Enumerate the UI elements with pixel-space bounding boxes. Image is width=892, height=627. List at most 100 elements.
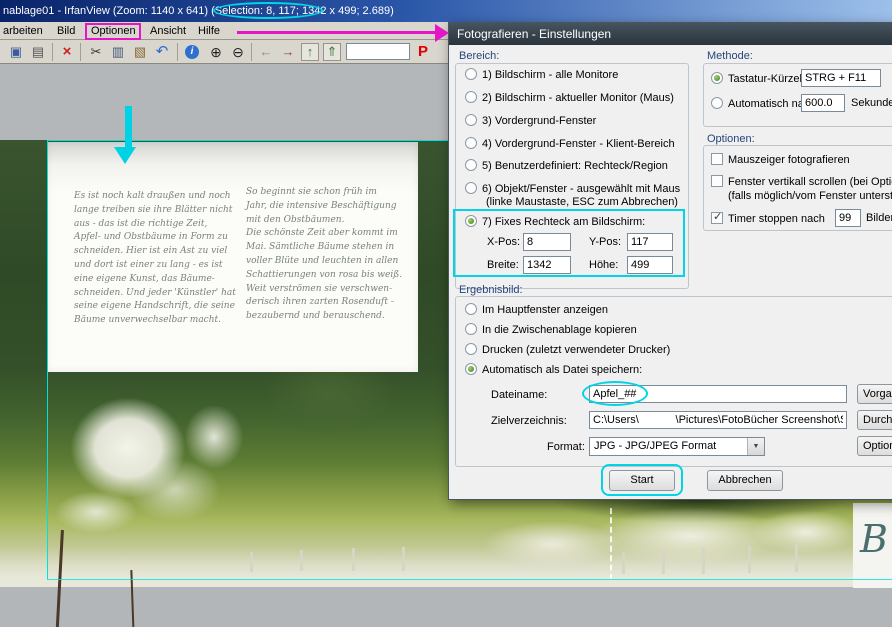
fence-post: [250, 552, 253, 572]
zoom-out-icon[interactable]: ⊖: [228, 42, 248, 62]
checkbox-mauszeiger[interactable]: Mauszeiger fotografieren: [711, 153, 850, 167]
next-image-icon[interactable]: →: [278, 42, 298, 62]
toolbar-separator: [177, 43, 178, 61]
format-select[interactable]: JPG - JPG/JPEG Format ▼: [589, 437, 765, 456]
radio-label: 4) Vordergrund-Fenster - Klient-Bereich: [482, 138, 675, 150]
next-book-page: B: [853, 503, 892, 588]
annotation-down-arrow: [125, 106, 132, 148]
annotation-down-arrow-head: [114, 147, 136, 164]
big-letter: B: [860, 517, 888, 561]
radio-icon: [465, 182, 477, 194]
abbrechen-button[interactable]: Abbrechen: [707, 470, 783, 491]
ergebnisbild-label: Ergebnisbild:: [459, 284, 523, 296]
annotation-fixes-rechteck-box: [453, 209, 685, 277]
timer-field[interactable]: [835, 209, 861, 227]
checkbox-label: Mauszeiger fotografieren: [728, 154, 850, 166]
radio-label: In die Zwischenablage kopieren: [482, 324, 637, 336]
cut-icon[interactable]: ✂: [86, 42, 106, 62]
paste-icon[interactable]: ▧: [130, 42, 150, 62]
radio-hauptfenster[interactable]: Im Hauptfenster anzeigen: [465, 303, 608, 317]
radio-icon: [465, 114, 477, 126]
window-title: nablage01 - IrfanView (Zoom: 1140 x 641)…: [3, 5, 394, 17]
annotation-arrow-to-dialog-head: [435, 24, 449, 42]
first-image-icon[interactable]: ↑: [301, 43, 319, 61]
prev-image-icon[interactable]: ←: [256, 42, 276, 62]
toolbar-separator: [80, 43, 81, 61]
dialog-titlebar[interactable]: Fotografieren - Einstellungen: [449, 23, 892, 45]
radio-label: 3) Vordergrund-Fenster: [482, 115, 596, 127]
automatisch-nach-field[interactable]: [801, 94, 845, 112]
print-icon[interactable]: ▤: [28, 42, 48, 62]
fence-post: [748, 546, 751, 573]
menu-item-bearbeiten[interactable]: arbeiten: [0, 22, 46, 40]
irfanview-window: nablage01 - IrfanView (Zoom: 1140 x 641)…: [0, 0, 892, 627]
radio-icon: [465, 323, 477, 335]
radio-bereich-5[interactable]: 5) Benutzerdefiniert: Rechteck/Region: [465, 159, 668, 173]
fence-post: [702, 548, 705, 574]
window-titlebar[interactable]: nablage01 - IrfanView (Zoom: 1140 x 641)…: [0, 0, 892, 22]
zielverzeichnis-field[interactable]: [589, 411, 847, 429]
radio-label: 5) Benutzerdefiniert: Rechteck/Region: [482, 160, 668, 172]
checkbox-label: Fenster vertikall scrollen (bei Option: [728, 176, 892, 188]
format-value: JPG - JPG/JPEG Format: [594, 440, 716, 452]
radio-label: 1) Bildschirm - alle Monitore: [482, 69, 618, 81]
radio-zwischenablage[interactable]: In die Zwischenablage kopieren: [465, 323, 637, 337]
undo-icon[interactable]: ↶: [152, 42, 172, 62]
checkbox-label: Timer stoppen nach: [728, 213, 825, 225]
radio-als-datei-speichern[interactable]: Automatisch als Datei speichern:: [465, 363, 642, 377]
fence-post: [662, 550, 665, 574]
radio-label: 6) Objekt/Fenster - ausgewählt mit Maus: [482, 183, 680, 195]
radio-bereich-1[interactable]: 1) Bildschirm - alle Monitore: [465, 68, 618, 82]
radio-label: Automatisch als Datei speichern:: [482, 364, 642, 376]
zoom-in-icon[interactable]: ⊕: [206, 42, 226, 62]
radio-icon: [465, 159, 477, 171]
bilder-label: Bilder: [866, 212, 892, 224]
radio-icon: [465, 363, 477, 375]
fence-post: [795, 544, 798, 572]
last-image-icon[interactable]: ⇑: [323, 43, 341, 61]
toolbar-separator: [52, 43, 53, 61]
radio-icon: [465, 91, 477, 103]
radio-label: Drucken (zuletzt verwendeter Drucker): [482, 344, 670, 356]
checkbox-icon: [711, 212, 723, 224]
checkbox-fenster-scrollen-line2: (falls möglich/vom Fenster unterstützt): [728, 190, 892, 202]
fence-post: [402, 547, 405, 571]
checkbox-fenster-scrollen[interactable]: Fenster vertikall scrollen (bei Option: [711, 175, 892, 189]
radio-bereich-6[interactable]: 6) Objekt/Fenster - ausgewählt mit Maus: [465, 182, 680, 196]
radio-icon: [465, 68, 477, 80]
save-icon[interactable]: ▣: [6, 42, 26, 62]
durchsuchen-button[interactable]: Durchsuchen: [857, 410, 892, 430]
checkbox-icon: [711, 153, 723, 165]
fence-post: [622, 552, 625, 574]
checkbox-icon: [711, 175, 723, 187]
annotation-start-button-highlight: [601, 464, 683, 496]
methode-label: Methode:: [707, 50, 753, 62]
radio-icon: [711, 72, 723, 84]
menu-item-ansicht[interactable]: Ansicht: [147, 22, 189, 40]
vorgabe-button[interactable]: Vorgabe: [857, 384, 892, 404]
radio-bereich-4[interactable]: 4) Vordergrund-Fenster - Klient-Bereich: [465, 137, 675, 151]
sekunden-label: Sekunden: [851, 97, 892, 109]
annotation-dateiname-ellipse: [582, 381, 648, 406]
radio-tastatur-kuerzel[interactable]: Tastatur-Kürzel:: [711, 72, 805, 86]
info-icon[interactable]: i: [185, 45, 199, 59]
copy-icon[interactable]: ▥: [108, 42, 128, 62]
delete-icon[interactable]: ×: [57, 42, 77, 62]
radio-label: Tastatur-Kürzel:: [728, 73, 805, 85]
radio-bereich-3[interactable]: 3) Vordergrund-Fenster: [465, 114, 596, 128]
dateiname-label: Dateiname:: [491, 389, 547, 401]
annotation-arrow-to-dialog: [237, 31, 435, 34]
checkbox-timer-stoppen[interactable]: Timer stoppen nach: [711, 212, 825, 226]
menu-item-hilfe[interactable]: Hilfe: [195, 22, 223, 40]
format-optionen-button[interactable]: Optionen: [857, 436, 892, 456]
bereich-label: Bereich:: [459, 50, 499, 62]
toolbar-input[interactable]: [346, 43, 410, 60]
photobook-page: Es ist noch kalt draußen und noch lange …: [47, 142, 418, 372]
tastatur-kuerzel-field[interactable]: [801, 69, 881, 87]
menu-item-bild[interactable]: Bild: [54, 22, 78, 40]
chevron-down-icon[interactable]: ▼: [747, 438, 764, 455]
book-text-left: Es ist noch kalt draußen und noch lange …: [74, 190, 239, 328]
radio-bereich-2[interactable]: 2) Bildschirm - aktueller Monitor (Maus): [465, 91, 674, 105]
radio-icon: [465, 137, 477, 149]
radio-drucken[interactable]: Drucken (zuletzt verwendeter Drucker): [465, 343, 670, 357]
